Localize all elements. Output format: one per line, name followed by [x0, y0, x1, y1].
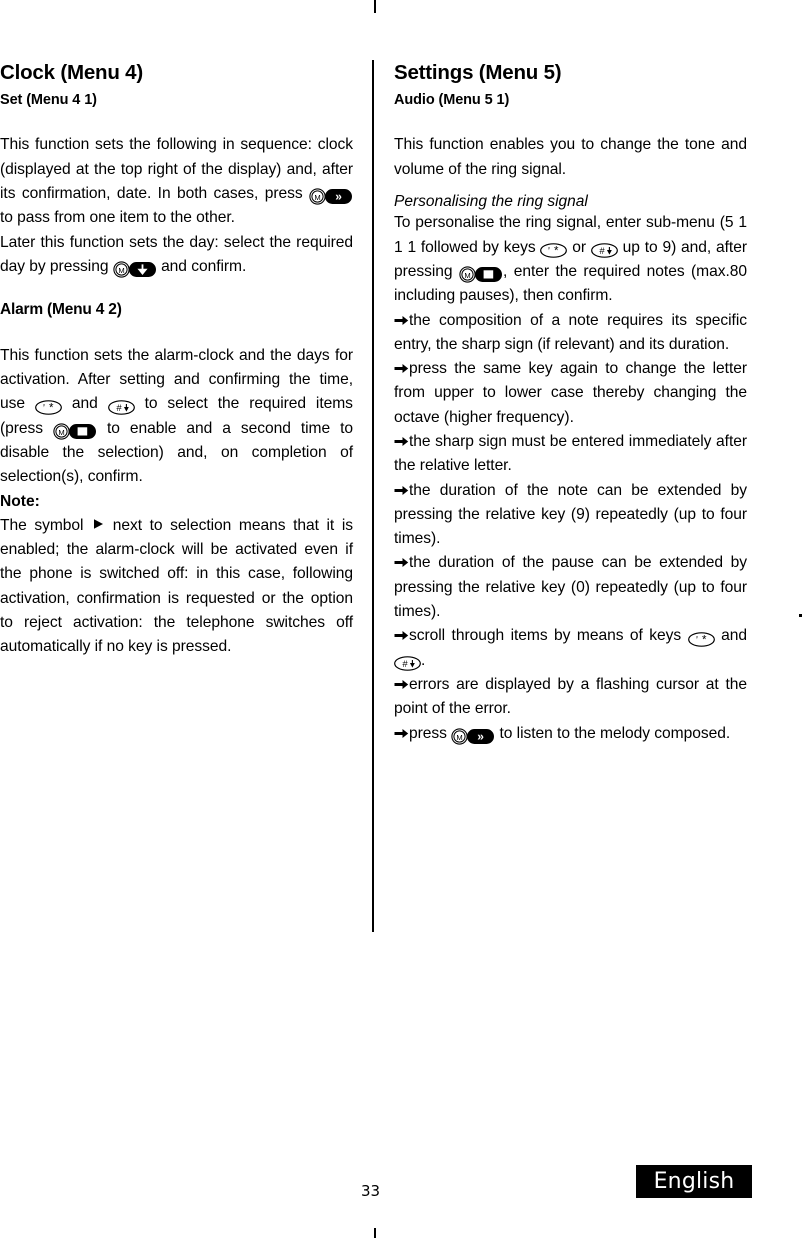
bullet-listen-melody: press M» to listen to the melody compose… — [394, 722, 747, 746]
right-section-title: Audio (Menu 5 1) — [394, 91, 510, 108]
left-section-title: Set (Menu 4 1) — [0, 91, 97, 108]
star-up-key-icon: * — [687, 631, 715, 647]
bullet-listen-melody-part-b: to listen to the melody composed. — [499, 724, 731, 742]
paragraph-audio-intro: This function enables you to change the … — [394, 136, 747, 178]
bullet-press-same-key-text: press the same key again to change the l… — [394, 360, 747, 426]
bullet-composition-text: the composition of a note requires its s… — [394, 311, 747, 353]
bullet-pause-duration: the duration of the pause can be extende… — [394, 551, 747, 624]
right-arrow-bullet-icon — [394, 362, 409, 375]
svg-text:»: » — [335, 190, 342, 204]
paragraph-note-part-a: The symbol — [0, 516, 84, 534]
hash-down-key-icon: # — [107, 399, 135, 415]
right-arrow-bullet-icon — [394, 629, 409, 642]
right-text-column: Settings (Menu 5) Audio (Menu 5 1) This … — [394, 61, 747, 746]
crop-mark-bottom — [374, 1228, 376, 1238]
svg-text:M: M — [314, 193, 320, 202]
bullet-listen-melody-part-a: press — [409, 724, 447, 742]
alarm-heading: Alarm (Menu 4 2) — [0, 301, 122, 319]
left-text-column: Clock (Menu 4) Set (Menu 4 1) This funct… — [0, 61, 353, 660]
paragraph-alarm-function: This function sets the alarm-clock and t… — [0, 344, 353, 490]
personalising-heading: Personalising the ring signal — [394, 192, 588, 210]
svg-text:#: # — [116, 403, 122, 414]
crop-mark-top — [374, 0, 376, 13]
paragraph-set-function-part-b: to pass from one item to the other. — [0, 209, 235, 227]
bullet-scroll-items-part-a: scroll through items by means of keys — [409, 627, 682, 645]
menu-select-key-combo-icon: M — [459, 266, 503, 283]
svg-text:*: * — [702, 634, 707, 646]
menu-right-key-combo-icon: M» — [451, 728, 495, 745]
bullet-sharp-sign: the sharp sign must be entered immediate… — [394, 430, 747, 479]
star-up-key-icon: * — [540, 243, 568, 258]
paragraph-personalise-part-b: or — [572, 238, 586, 256]
bullet-scroll-items-part-b: and — [721, 627, 747, 645]
paragraph-note-part-b: next to selection means that it is enabl… — [0, 516, 353, 656]
paragraph-personalise: To personalise the ring signal, enter su… — [394, 211, 747, 308]
svg-text:M: M — [464, 271, 470, 280]
right-arrow-bullet-icon — [394, 556, 409, 569]
paragraph-set-function-part-a: This function sets the following in sequ… — [0, 136, 353, 202]
page-number: 33 — [361, 1182, 381, 1200]
bullet-note-duration: the duration of the note can be extended… — [394, 479, 747, 552]
language-badge: English — [636, 1165, 752, 1198]
right-arrow-bullet-icon — [394, 435, 409, 448]
menu-down-key-combo-icon: M — [113, 261, 157, 278]
bullet-scroll-items: scroll through items by means of keys * … — [394, 624, 747, 673]
paragraph-select-day-part-b: and confirm. — [161, 257, 247, 275]
menu-select-key-combo-icon: M — [53, 423, 97, 440]
hash-down-key-icon: # — [394, 656, 421, 671]
svg-text:M: M — [58, 428, 64, 437]
right-arrow-bullet-icon — [394, 727, 409, 740]
svg-text:*: * — [49, 402, 54, 414]
right-chapter-title: Settings (Menu 5) — [394, 61, 562, 84]
bullet-note-duration-text: the duration of the note can be extended… — [394, 481, 747, 548]
bullet-scroll-items-part-c: . — [421, 651, 426, 669]
note-label: Note: — [0, 492, 40, 510]
registration-dot-right — [799, 614, 802, 617]
bullet-press-same-key: press the same key again to change the l… — [394, 357, 747, 430]
paragraph-alarm-part-b: and — [71, 395, 98, 413]
right-triangle-symbol-icon — [91, 517, 105, 531]
right-arrow-bullet-icon — [394, 484, 409, 497]
svg-text:M: M — [118, 266, 124, 275]
bullet-pause-duration-text: the duration of the pause can be extende… — [394, 554, 747, 621]
right-arrow-bullet-icon — [394, 314, 409, 327]
bullet-errors: errors are displayed by a flashing curso… — [394, 673, 747, 722]
left-chapter-title: Clock (Menu 4) — [0, 61, 143, 84]
svg-text:»: » — [477, 729, 484, 743]
bullet-composition: the composition of a note requires its s… — [394, 309, 747, 358]
paragraph-select-day: Later this function sets the day: select… — [0, 231, 353, 280]
svg-text:*: * — [554, 246, 559, 258]
svg-text:#: # — [599, 246, 605, 257]
bullet-errors-text: errors are displayed by a flashing curso… — [394, 675, 747, 718]
menu-right-key-combo-icon: M» — [309, 188, 353, 205]
star-up-key-icon: * — [35, 399, 62, 415]
right-arrow-bullet-icon — [394, 678, 409, 691]
paragraph-note: The symbol next to selection means that … — [0, 514, 353, 660]
paragraph-set-function: This function sets the following in sequ… — [0, 133, 353, 230]
svg-text:M: M — [457, 733, 463, 742]
hash-down-key-icon: # — [590, 243, 618, 258]
svg-text:#: # — [402, 659, 408, 670]
column-divider — [372, 60, 374, 932]
bullet-sharp-sign-text: the sharp sign must be entered immediate… — [394, 432, 747, 475]
